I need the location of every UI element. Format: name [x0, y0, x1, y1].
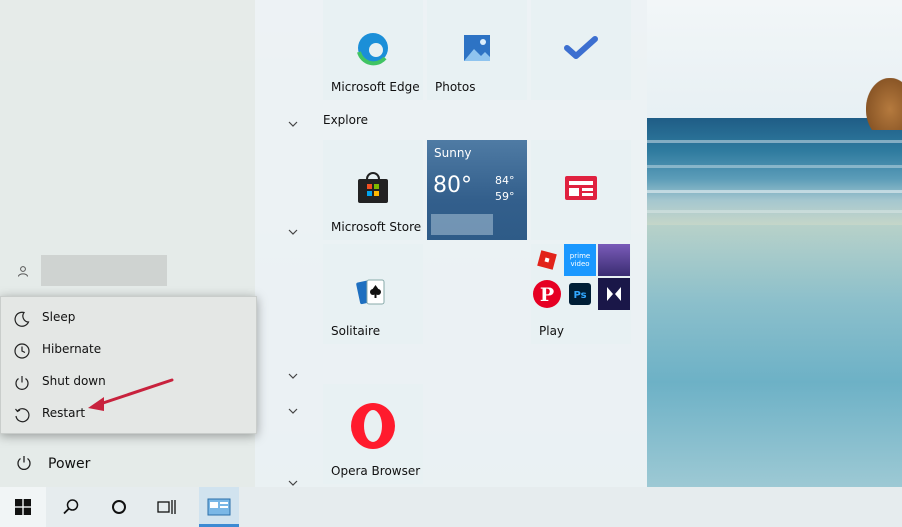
- tile-microsoft-store[interactable]: Microsoft Store: [323, 140, 423, 240]
- start-button[interactable]: [0, 487, 46, 527]
- tile-todo[interactable]: [531, 0, 631, 100]
- tile-label: Microsoft Edge: [331, 80, 420, 94]
- tile-play-folder[interactable]: prime video P Ps Play: [531, 244, 631, 344]
- rock: [866, 78, 902, 130]
- cortana-button[interactable]: [96, 487, 142, 527]
- weather-high: 84°: [495, 174, 515, 187]
- tile-news[interactable]: [531, 140, 631, 240]
- sleep-option[interactable]: Sleep: [1, 302, 256, 334]
- tile-label: Photos: [435, 80, 476, 94]
- tile-label: Microsoft Store: [331, 220, 422, 234]
- user-account-row[interactable]: [0, 255, 255, 286]
- beach: [647, 225, 902, 487]
- chevron-down-icon[interactable]: [287, 372, 299, 380]
- power-label: Power: [48, 456, 91, 472]
- chevron-down-icon[interactable]: [287, 407, 299, 415]
- restart-icon: [15, 408, 30, 423]
- control-panel-icon: [207, 498, 231, 516]
- tile-label: Opera Browser: [331, 464, 421, 478]
- tile-weather[interactable]: Sunny 80° 84° 59°: [427, 140, 527, 240]
- chevron-down-icon[interactable]: [287, 120, 299, 128]
- user-icon: [18, 266, 28, 277]
- dolby-icon: [598, 278, 630, 310]
- task-view-button[interactable]: [144, 487, 190, 527]
- weather-condition: Sunny: [434, 146, 472, 160]
- tile-microsoft-edge[interactable]: Microsoft Edge: [323, 0, 423, 100]
- user-name-redacted: [41, 255, 167, 286]
- taskbar-app-control-panel[interactable]: [199, 487, 239, 527]
- clock-icon: [14, 343, 30, 359]
- task-view-icon: [157, 500, 176, 514]
- weather-low: 59°: [495, 190, 515, 203]
- power-icon: [17, 456, 31, 470]
- tile-opera-browser[interactable]: Opera Browser: [323, 384, 423, 484]
- annotation-arrow: [88, 378, 174, 411]
- sleep-label: Sleep: [42, 310, 76, 324]
- tile-photos[interactable]: Photos: [427, 0, 527, 100]
- power-icon: [15, 376, 29, 390]
- tile-label: Solitaire: [331, 324, 381, 338]
- photoshop-icon: Ps: [564, 278, 596, 310]
- tile-label: Play: [539, 324, 565, 338]
- taskbar: [0, 487, 902, 527]
- hibernate-label: Hibernate: [42, 342, 102, 356]
- hibernate-option[interactable]: Hibernate: [1, 334, 256, 366]
- svg-text:prime: prime: [570, 252, 590, 260]
- tile-solitaire[interactable]: Solitaire: [323, 244, 423, 344]
- pinterest-icon: P: [531, 278, 563, 310]
- cortana-icon: [112, 500, 126, 514]
- chevron-down-icon[interactable]: [287, 228, 299, 236]
- weather-temperature: 80°: [433, 173, 472, 198]
- edge-icon: [357, 33, 388, 66]
- moon-icon: [14, 311, 30, 327]
- group-collapse-column: [255, 0, 307, 487]
- game-icon: [598, 244, 630, 276]
- weather-location-redacted: [431, 214, 493, 235]
- restart-label: Restart: [42, 406, 86, 420]
- photos-icon: [464, 35, 490, 61]
- opera-icon: [351, 403, 395, 449]
- windows-icon: [15, 499, 31, 515]
- group-label-explore: Explore: [323, 113, 369, 127]
- power-button[interactable]: Power: [0, 448, 255, 480]
- chevron-down-icon[interactable]: [287, 479, 299, 487]
- svg-text:Ps: Ps: [573, 290, 586, 301]
- svg-text:video: video: [570, 260, 589, 268]
- store-icon: [358, 172, 388, 203]
- roblox-icon: [531, 244, 563, 276]
- solitaire-icon: [356, 279, 385, 305]
- checkmark-icon: [564, 36, 598, 59]
- search-icon: [63, 499, 79, 515]
- news-icon: [565, 176, 597, 200]
- svg-text:P: P: [540, 284, 554, 306]
- prime-video-icon: prime video: [564, 244, 596, 276]
- search-button[interactable]: [48, 487, 94, 527]
